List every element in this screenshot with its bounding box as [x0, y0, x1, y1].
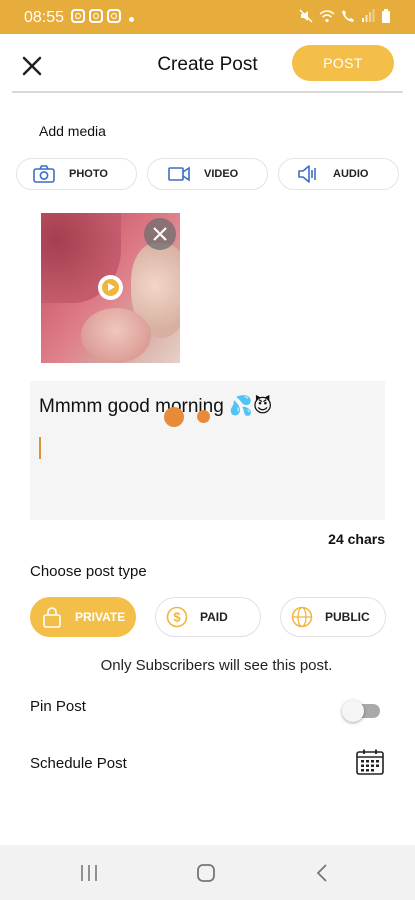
selection-handle-icon[interactable] — [197, 410, 210, 423]
close-icon — [153, 227, 167, 241]
status-time: 08:55 — [24, 9, 65, 26]
media-thumbnail[interactable] — [41, 213, 180, 363]
instagram-icon — [89, 9, 103, 23]
char-count: 24 chars — [328, 531, 385, 547]
toggle-knob — [342, 700, 364, 722]
pin-post-toggle[interactable] — [342, 700, 380, 722]
schedule-post-label: Schedule Post — [30, 755, 127, 772]
wifi-icon — [319, 10, 335, 23]
post-type-private[interactable]: PRIVATE — [30, 597, 136, 637]
audio-button-label: AUDIO — [333, 168, 369, 180]
home-icon — [197, 864, 215, 882]
thumbnail-image-region — [81, 308, 151, 363]
post-button[interactable]: POST — [292, 45, 394, 81]
post-type-paid-label: PAID — [200, 610, 228, 624]
photo-button-label: PHOTO — [69, 168, 108, 180]
header: Create Post POST — [0, 34, 415, 92]
instagram-icon — [107, 9, 121, 23]
call-icon — [342, 10, 354, 22]
globe-icon — [291, 606, 313, 628]
selection-handle-icon[interactable] — [164, 407, 184, 427]
post-type-paid[interactable]: $ PAID — [155, 597, 261, 637]
camera-icon — [33, 165, 55, 183]
back-icon — [316, 864, 327, 882]
post-type-public[interactable]: PUBLIC — [280, 597, 386, 637]
post-type-options: PRIVATE $ PAID PUBLIC — [30, 597, 386, 637]
pin-post-label: Pin Post — [30, 698, 86, 715]
battery-icon — [382, 9, 390, 23]
recent-apps-button[interactable] — [74, 861, 104, 885]
video-button[interactable]: VIDEO — [147, 158, 268, 190]
post-text-input[interactable]: Mmmm good morning 💦😈 — [30, 381, 385, 520]
post-type-public-label: PUBLIC — [325, 610, 370, 624]
remove-media-button[interactable] — [144, 218, 176, 250]
notification-icons — [71, 9, 121, 23]
header-divider — [12, 91, 403, 93]
play-icon[interactable] — [98, 275, 123, 300]
text-caret — [39, 437, 41, 459]
home-button[interactable] — [191, 861, 221, 885]
svg-text:$: $ — [173, 610, 181, 625]
system-nav-bar — [0, 845, 415, 900]
post-type-note: Only Subscribers will see this post. — [100, 657, 333, 674]
system-status-icons — [299, 9, 391, 23]
lock-icon — [41, 606, 63, 628]
media-buttons: PHOTO VIDEO AUDIO — [16, 158, 399, 190]
status-bar: 08:55 — [0, 0, 415, 34]
notification-dot-icon — [129, 17, 134, 22]
back-button[interactable] — [307, 861, 337, 885]
mute-icon — [299, 9, 313, 23]
signal-icon — [362, 9, 375, 22]
audio-button[interactable]: AUDIO — [278, 158, 399, 190]
recent-apps-icon — [81, 865, 97, 881]
dollar-icon: $ — [166, 606, 188, 628]
add-media-label: Add media — [39, 123, 106, 139]
post-text: Mmmm good morning 💦😈 — [39, 396, 273, 417]
speaker-icon — [297, 165, 319, 183]
choose-post-type-label: Choose post type — [30, 563, 147, 580]
instagram-icon — [71, 9, 85, 23]
video-camera-icon — [168, 165, 190, 183]
calendar-icon[interactable] — [356, 749, 384, 775]
video-button-label: VIDEO — [204, 168, 239, 180]
post-type-private-label: PRIVATE — [75, 610, 126, 624]
photo-button[interactable]: PHOTO — [16, 158, 137, 190]
